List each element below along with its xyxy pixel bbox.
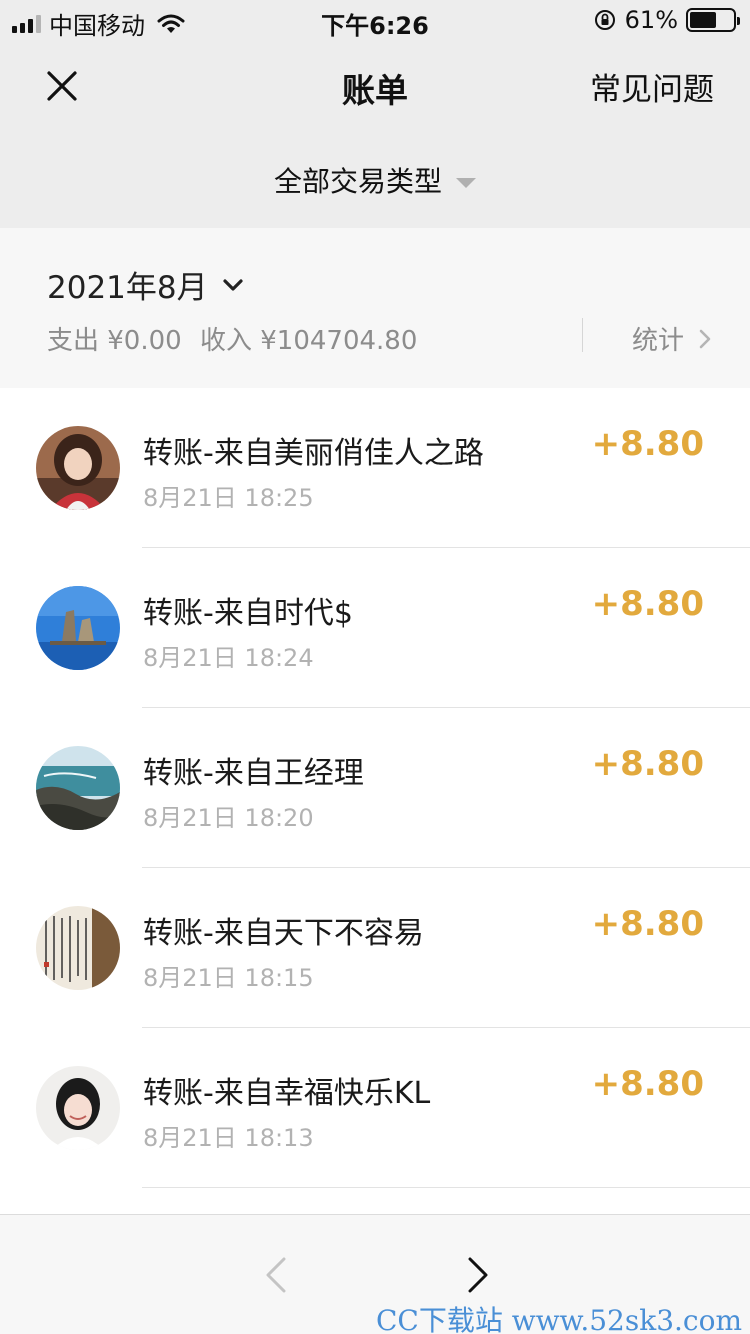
battery-icon xyxy=(686,8,740,32)
transaction-row[interactable]: 转账-来自天下不容易 8月21日 18:15 +8.80 xyxy=(0,868,750,1028)
chevron-right-icon xyxy=(699,329,711,348)
avatar xyxy=(36,746,120,830)
chevron-down-icon xyxy=(223,278,243,291)
transaction-list: 转账-来自美丽俏佳人之路 8月21日 18:25 +8.80 转账-来自时代$ … xyxy=(0,388,750,1188)
month-label: 2021年8月 xyxy=(47,270,208,306)
watermark-text: CC下载站 www.52sk3.com xyxy=(376,1304,742,1334)
transaction-amount: +8.80 xyxy=(591,904,704,944)
orientation-lock-icon xyxy=(594,10,615,30)
transaction-time: 8月21日 18:15 xyxy=(143,964,314,992)
avatar xyxy=(36,426,120,510)
transaction-amount: +8.80 xyxy=(591,1064,704,1104)
bill-page: 中国移动 下午6:26 61% 账单 常见问题 全部交易类型 2021年8月 支… xyxy=(0,0,750,1334)
status-bar: 中国移动 下午6:26 61% xyxy=(0,0,750,40)
battery-percent: 61% xyxy=(624,6,678,34)
faq-button[interactable]: 常见问题 xyxy=(590,64,714,109)
income-total: 收入 ¥104704.80 xyxy=(199,326,418,356)
transaction-title: 转账-来自幸福快乐KL xyxy=(143,1076,431,1111)
nav-header: 账单 常见问题 全部交易类型 xyxy=(0,40,750,228)
transaction-title: 转账-来自天下不容易 xyxy=(143,916,424,951)
transaction-type-filter[interactable]: 全部交易类型 xyxy=(0,160,750,200)
caret-down-icon xyxy=(456,178,476,188)
chevron-left-icon[interactable] xyxy=(262,1255,290,1295)
month-summary: 2021年8月 支出 ¥0.00 收入 ¥104704.80 统计 xyxy=(0,228,750,388)
transaction-time: 8月21日 18:13 xyxy=(143,1124,314,1152)
stats-button[interactable]: 统计 xyxy=(632,320,712,357)
transaction-amount: +8.80 xyxy=(591,584,704,624)
avatar xyxy=(36,1066,120,1150)
transaction-amount: +8.80 xyxy=(591,744,704,784)
transaction-title: 转账-来自时代$ xyxy=(143,596,353,631)
stats-label: 统计 xyxy=(632,326,685,356)
transaction-row[interactable]: 转账-来自美丽俏佳人之路 8月21日 18:25 +8.80 xyxy=(0,388,750,548)
transaction-row[interactable]: 转账-来自时代$ 8月21日 18:24 +8.80 xyxy=(0,548,750,708)
transaction-time: 8月21日 18:25 xyxy=(143,484,314,512)
bottom-toolbar: CC下载站 www.52sk3.com xyxy=(0,1214,750,1334)
summary-divider xyxy=(582,318,583,352)
month-selector[interactable]: 2021年8月 xyxy=(47,262,244,307)
filter-label: 全部交易类型 xyxy=(273,165,442,198)
transaction-time: 8月21日 18:20 xyxy=(143,804,314,832)
transaction-row[interactable]: 转账-来自幸福快乐KL 8月21日 18:13 +8.80 xyxy=(0,1028,750,1188)
chevron-right-icon[interactable] xyxy=(464,1255,492,1295)
month-totals: 支出 ¥0.00 收入 ¥104704.80 xyxy=(47,320,417,357)
transaction-row[interactable]: 转账-来自王经理 8月21日 18:20 +8.80 xyxy=(0,708,750,868)
transaction-amount: +8.80 xyxy=(591,424,704,464)
status-right: 61% xyxy=(593,6,740,34)
expense-total: 支出 ¥0.00 xyxy=(47,326,182,356)
transaction-title: 转账-来自王经理 xyxy=(143,756,364,791)
avatar xyxy=(36,906,120,990)
transaction-title: 转账-来自美丽俏佳人之路 xyxy=(143,436,484,471)
transaction-time: 8月21日 18:24 xyxy=(143,644,314,672)
avatar xyxy=(36,586,120,670)
battery-level xyxy=(690,12,716,28)
